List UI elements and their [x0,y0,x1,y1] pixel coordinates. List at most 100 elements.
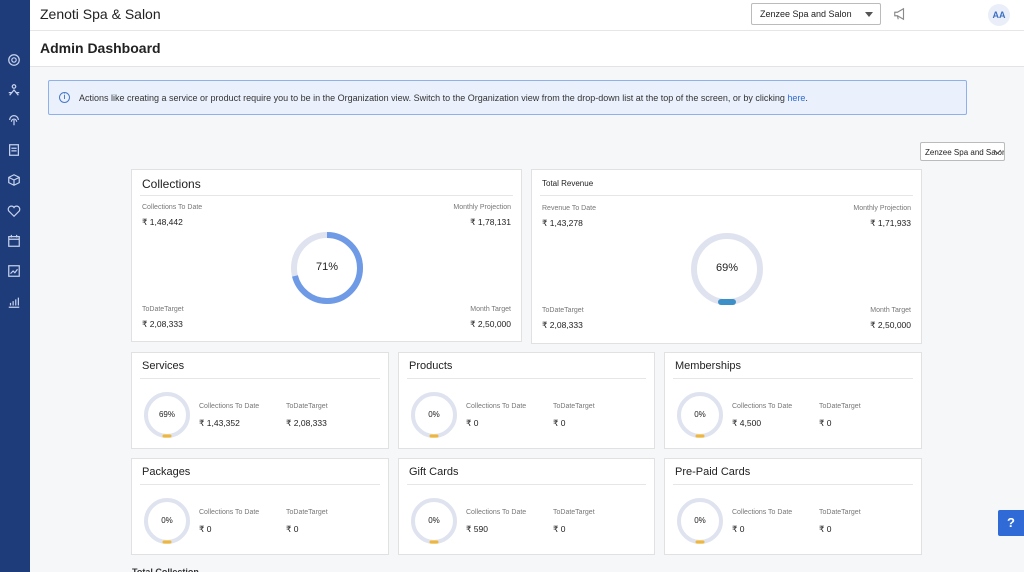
report-icon[interactable] [6,263,22,279]
category-title: Packages [142,466,191,478]
info-banner-text: Actions like creating a service or produ… [79,93,808,103]
category-target-value: ₹ 0 [553,418,566,428]
help-button[interactable]: ? [998,510,1024,536]
total-revenue-card: Total Revenue Revenue To Date ₹ 1,43,278… [531,169,922,344]
total-collection-heading: Total Collection [132,567,199,572]
pre-paid-cards-card: Pre-Paid Cards 0% Collections To Date ₹ 0 To… [664,458,922,555]
revenue-projection-value: ₹ 1,71,933 [870,218,911,228]
to-date-target-value: ₹ 2,08,333 [142,319,183,329]
divider [540,195,913,196]
category-percent: 0% [428,516,440,525]
sidebar [0,0,30,572]
here-link[interactable]: here [787,93,805,103]
to-date-target-label: ToDateTarget [142,306,184,313]
services-card: Services 69% Collections To Date ₹ 1,43,352… [131,352,389,449]
gift-cards-card: Gift Cards 0% Collections To Date ₹ 590 ToDa… [398,458,655,555]
category-collections-label: Collections To Date [199,403,260,410]
category-collections-label: Collections To Date [199,509,260,516]
revenue-month-target-value: ₹ 2,50,000 [870,320,911,330]
category-collections-value: ₹ 4,500 [732,418,762,428]
category-target-value: ₹ 0 [553,524,566,534]
category-collections-value: ₹ 0 [732,524,745,534]
memberships-card: Memberships 0% Collections To Date ₹ 4,500 T… [664,352,922,449]
category-percent: 0% [694,410,706,419]
category-title: Services [142,360,185,372]
settings-cube-icon[interactable] [6,52,22,68]
divider [407,484,646,485]
collections-percent: 71% [315,261,339,273]
category-title: Pre-Paid Cards [675,466,751,478]
category-percent: 0% [694,516,706,525]
category-target-label: ToDateTarget [819,509,861,516]
category-collections-label: Collections To Date [466,403,527,410]
divider [140,484,380,485]
total-revenue-title: Total Revenue [542,179,594,188]
category-target-label: ToDateTarget [286,509,328,516]
revenue-to-date-label: Revenue To Date [542,205,596,212]
view-dropdown[interactable]: Zenzee Spa and Salon [920,142,1005,161]
collections-title: Collections [142,177,201,191]
info-banner: i Actions like creating a service or pro… [48,80,967,115]
category-target-label: ToDateTarget [553,509,595,516]
people-network-icon[interactable] [6,82,22,98]
dashboard-content: i Actions like creating a service or pro… [30,67,1024,572]
category-target-label: ToDateTarget [819,403,861,410]
divider [407,378,646,379]
package-icon[interactable] [6,172,22,188]
collections-card: Collections Collections To Date ₹ 1,48,4… [131,169,522,342]
heart-icon[interactable] [6,203,22,219]
category-title: Products [409,360,453,372]
calendar-icon[interactable] [6,233,22,249]
category-target-value: ₹ 0 [819,524,832,534]
category-percent: 0% [428,410,440,419]
month-target-label: Month Target [470,306,511,313]
revenue-to-date-value: ₹ 1,43,278 [542,218,583,228]
avatar[interactable]: AA [988,4,1010,26]
fingerprint-icon[interactable] [6,112,22,128]
location-dropdown[interactable]: Zenzee Spa and Salon [751,3,881,25]
location-dropdown-value: Zenzee Spa and Salon [760,9,852,19]
app-title: Zenoti Spa & Salon [40,6,161,22]
revenue-projection-label: Monthly Projection [853,205,911,212]
megaphone-icon[interactable] [893,7,907,21]
monthly-projection-value: ₹ 1,78,131 [470,217,511,227]
category-collections-value: ₹ 1,43,352 [199,418,240,428]
info-icon: i [59,92,70,103]
category-target-label: ToDateTarget [553,403,595,410]
revenue-percent: 69% [715,262,739,274]
category-title: Memberships [675,360,742,372]
revenue-target-label: ToDateTarget [542,307,584,314]
analytics-icon[interactable] [6,294,22,310]
monthly-projection-label: Monthly Projection [453,204,511,211]
divider [140,195,513,196]
category-target-value: ₹ 0 [819,418,832,428]
info-banner-message: Actions like creating a service or produ… [79,93,788,103]
top-bar: Zenoti Spa & Salon Zenzee Spa and Salon … [30,0,1024,31]
category-collections-value: ₹ 590 [466,524,488,534]
month-target-value: ₹ 2,50,000 [470,319,511,329]
category-target-label: ToDateTarget [286,403,328,410]
page-header: Admin Dashboard [30,31,1024,67]
notes-icon[interactable] [6,142,22,158]
category-target-value: ₹ 0 [286,524,299,534]
packages-card: Packages 0% Collections To Date ₹ 0 ToDateTa… [131,458,389,555]
divider [673,378,913,379]
page-title: Admin Dashboard [40,40,161,56]
divider [140,378,380,379]
divider [673,484,913,485]
collections-to-date-label: Collections To Date [142,204,203,211]
revenue-month-target-label: Month Target [870,307,911,314]
category-collections-label: Collections To Date [466,509,527,516]
category-target-value: ₹ 2,08,333 [286,418,327,428]
category-collections-value: ₹ 0 [466,418,479,428]
caret-down-icon [865,12,873,17]
products-card: Products 0% Collections To Date ₹ 0 ToDateTa… [398,352,655,449]
info-banner-period: . [805,93,808,103]
collections-to-date-value: ₹ 1,48,442 [142,217,183,227]
category-percent: 69% [158,410,175,419]
view-dropdown-value: Zenzee Spa and Salon [925,148,1005,157]
revenue-target-value: ₹ 2,08,333 [542,320,583,330]
category-collections-label: Collections To Date [732,403,793,410]
category-title: Gift Cards [409,466,459,478]
category-collections-value: ₹ 0 [199,524,212,534]
